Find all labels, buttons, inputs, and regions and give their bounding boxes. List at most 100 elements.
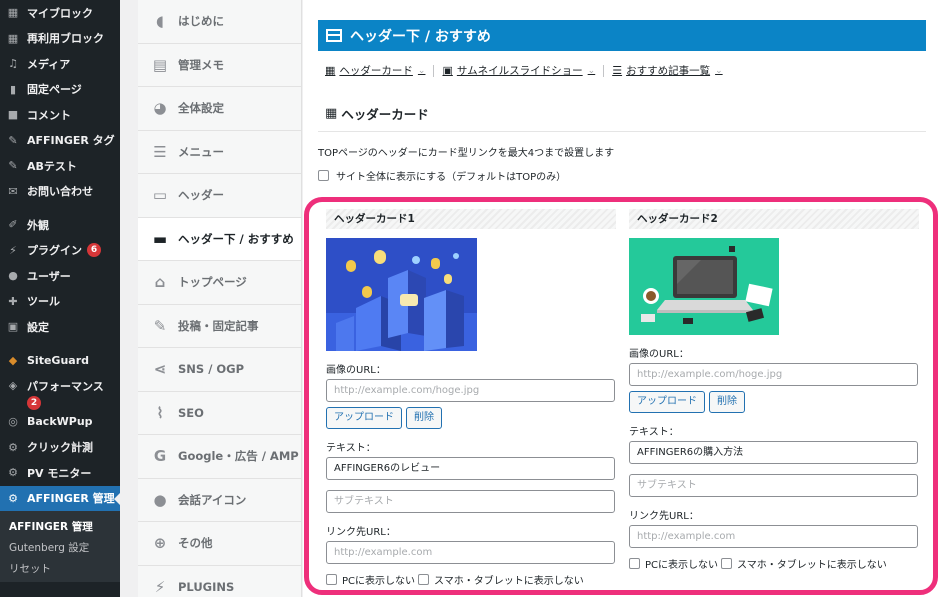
nav-conversation-icon[interactable]: ● 会話アイコン	[138, 479, 301, 522]
heading-text: ヘッダーカード	[341, 107, 429, 122]
plugin-icon: ⚡	[154, 577, 166, 596]
sitewide-checkbox-row[interactable]: サイト全体に表示にする（デフォルトはTOPのみ）	[318, 168, 566, 183]
menu-appearance[interactable]: ✐ 外観	[0, 212, 120, 238]
menu-label: パフォーマンス	[27, 380, 104, 393]
wrench-icon: ✚	[8, 294, 18, 308]
nav-plugins[interactable]: ⚡ PLUGINS	[138, 566, 301, 597]
menu-tools[interactable]: ✚ ツール	[0, 289, 120, 315]
nav-other[interactable]: ⊕ その他	[138, 522, 301, 566]
menu-affinger-admin[interactable]: ⚙ AFFINGER 管理	[0, 485, 120, 511]
image-icon: ▣	[442, 64, 453, 77]
nav-general[interactable]: ◕ 全体設定	[138, 87, 301, 131]
subtext-input[interactable]: サブテキスト	[326, 490, 615, 513]
menu-contact[interactable]: ✉ お問い合わせ	[0, 179, 120, 205]
nav-google-ads-amp[interactable]: G Google・広告 / AMP	[138, 435, 301, 479]
sp-hide-label: スマホ・タブレットに表示しない	[737, 560, 887, 571]
menu-performance[interactable]: ◈ パフォーマンス 2	[0, 373, 120, 410]
settings-nav: ◖ はじめに ▤ 管理メモ ◕ 全体設定 ☰ メニュー ▭ ヘッダー ▬ ヘッダー下 / お…	[138, 0, 302, 597]
upload-button[interactable]: アップロード	[326, 407, 402, 429]
sp-hide-checkbox[interactable]	[418, 574, 430, 585]
nav-menu[interactable]: ☰ メニュー	[138, 131, 301, 174]
sp-hide-checkbox[interactable]	[721, 558, 733, 569]
nav-label: メニュー	[178, 144, 224, 159]
menu-label: 外観	[27, 218, 49, 232]
menu-ab-test[interactable]: ✎ ABテスト	[0, 153, 120, 179]
edit-icon: ✎	[153, 316, 167, 335]
menu-pages[interactable]: ▮ 固定ページ	[0, 77, 120, 103]
subtab-label: ヘッダーカード	[339, 65, 413, 77]
subtab-thumbnail-slideshow[interactable]: ▣ サムネイルスライドショー ⌄	[442, 63, 595, 78]
subtab-recommended-list[interactable]: ☰ おすすめ記事一覧 ⌄	[612, 63, 722, 78]
menu-users[interactable]: ● ユーザー	[0, 263, 120, 289]
nav-label: 全体設定	[178, 101, 224, 116]
header-card-1: ヘッダーカード1 画像のURL： http://example.com/hoge…	[326, 209, 616, 587]
upload-button[interactable]: アップロード	[629, 391, 705, 413]
update-badge: 6	[87, 243, 101, 258]
submenu-gutenberg-settings[interactable]: Gutenberg 設定	[0, 538, 120, 559]
menu-plugins[interactable]: ⚡ プラグイン 6	[0, 238, 120, 264]
menu-label: ユーザー	[27, 269, 71, 283]
link-url-input[interactable]: http://example.com	[326, 541, 615, 564]
menu-icon: ☰	[153, 142, 167, 161]
nav-label: その他	[178, 536, 213, 551]
menu-settings[interactable]: ▣ 設定	[0, 314, 120, 340]
nav-top-page[interactable]: ⌂ トップページ	[138, 261, 301, 305]
home-icon: ⌂	[154, 273, 166, 292]
menu-comments[interactable]: ■ コメント	[0, 102, 120, 128]
submenu-reset[interactable]: リセット	[0, 559, 120, 580]
image-url-input[interactable]: http://example.com/hoge.jpg	[326, 379, 615, 402]
nav-sns-ogp[interactable]: ⋖ SNS / OGP	[138, 348, 301, 392]
nav-label: SEO	[178, 405, 204, 420]
subtab-bar: ▦ ヘッダーカード ⌄ ▣ サムネイルスライドショー ⌄ ☰ おすすめ記事一覧 ⌄	[325, 63, 723, 78]
pin-icon: ✎	[8, 159, 18, 173]
guard-icon: ◆	[8, 353, 18, 367]
image-url-input[interactable]: http://example.com/hoge.jpg	[629, 363, 918, 386]
delete-button[interactable]: 削除	[406, 407, 442, 429]
pc-hide-checkbox[interactable]	[629, 558, 640, 569]
link-url-label: リンク先URL：	[629, 511, 699, 522]
link-url-input[interactable]: http://example.com	[629, 525, 918, 548]
header-below-icon	[326, 29, 342, 42]
menu-label: AFFINGER タグ	[27, 134, 115, 148]
document-icon: ▤	[152, 55, 168, 74]
chart-icon: ⌇	[156, 403, 164, 422]
nav-label: 会話アイコン	[178, 492, 247, 507]
nav-intro[interactable]: ◖ はじめに	[138, 0, 301, 44]
gear-icon: ⚙	[8, 491, 18, 505]
menu-label: 固定ページ	[27, 83, 82, 97]
nav-admin-memo[interactable]: ▤ 管理メモ	[138, 44, 301, 87]
nav-header[interactable]: ▭ ヘッダー	[138, 174, 301, 218]
media-icon: ♫	[8, 57, 18, 71]
sitewide-checkbox-label: サイト全体に表示にする（デフォルトはTOPのみ）	[336, 172, 567, 183]
section-title: ヘッダー下 / おすすめ	[350, 28, 491, 45]
card-title: ヘッダーカード1	[326, 209, 616, 229]
header-icon: ▭	[152, 186, 168, 205]
menu-pv-monitor[interactable]: ⚙ PV モニター	[0, 460, 120, 486]
divider	[318, 131, 926, 132]
menu-my-blocks[interactable]: ▦ マイブロック	[0, 0, 120, 26]
card-text-input[interactable]: AFFINGER6の購入方法	[629, 441, 918, 464]
card-text-input[interactable]: AFFINGER6のレビュー	[326, 457, 615, 480]
speech-icon: ●	[153, 490, 167, 509]
menu-affinger-tag[interactable]: ✎ AFFINGER タグ	[0, 128, 120, 154]
subtab-header-card[interactable]: ▦ ヘッダーカード ⌄	[325, 63, 425, 78]
menu-reusable-blocks[interactable]: ▦ 再利用ブロック	[0, 26, 120, 52]
submenu-affinger-admin[interactable]: AFFINGER 管理	[0, 517, 120, 538]
subtext-input[interactable]: サブテキスト	[629, 474, 918, 497]
header-card-2: ヘッダーカード2 画像のURL： http://example.com/hoge…	[629, 209, 919, 571]
nav-header-below[interactable]: ▬ ヘッダー下 / おすすめ	[138, 217, 301, 261]
nav-seo[interactable]: ⌇ SEO	[138, 392, 301, 435]
backup-icon: ◎	[8, 415, 18, 429]
menu-label: コメント	[27, 108, 71, 122]
comment-icon: ■	[7, 108, 19, 122]
menu-media[interactable]: ♫ メディア	[0, 51, 120, 77]
delete-button[interactable]: 削除	[709, 391, 745, 413]
text-label: テキスト：	[326, 443, 376, 454]
menu-click-tracking[interactable]: ⚙ クリック計測	[0, 435, 120, 461]
nav-posts-pages[interactable]: ✎ 投稿・固定記事	[138, 305, 301, 348]
pc-hide-checkbox[interactable]	[326, 574, 337, 585]
menu-siteguard[interactable]: ◆ SiteGuard	[0, 348, 120, 374]
sitewide-checkbox[interactable]	[318, 170, 329, 181]
menu-backwpup[interactable]: ◎ BackWPup	[0, 409, 120, 435]
affinger-submenu: AFFINGER 管理 Gutenberg 設定 リセット	[0, 511, 120, 582]
